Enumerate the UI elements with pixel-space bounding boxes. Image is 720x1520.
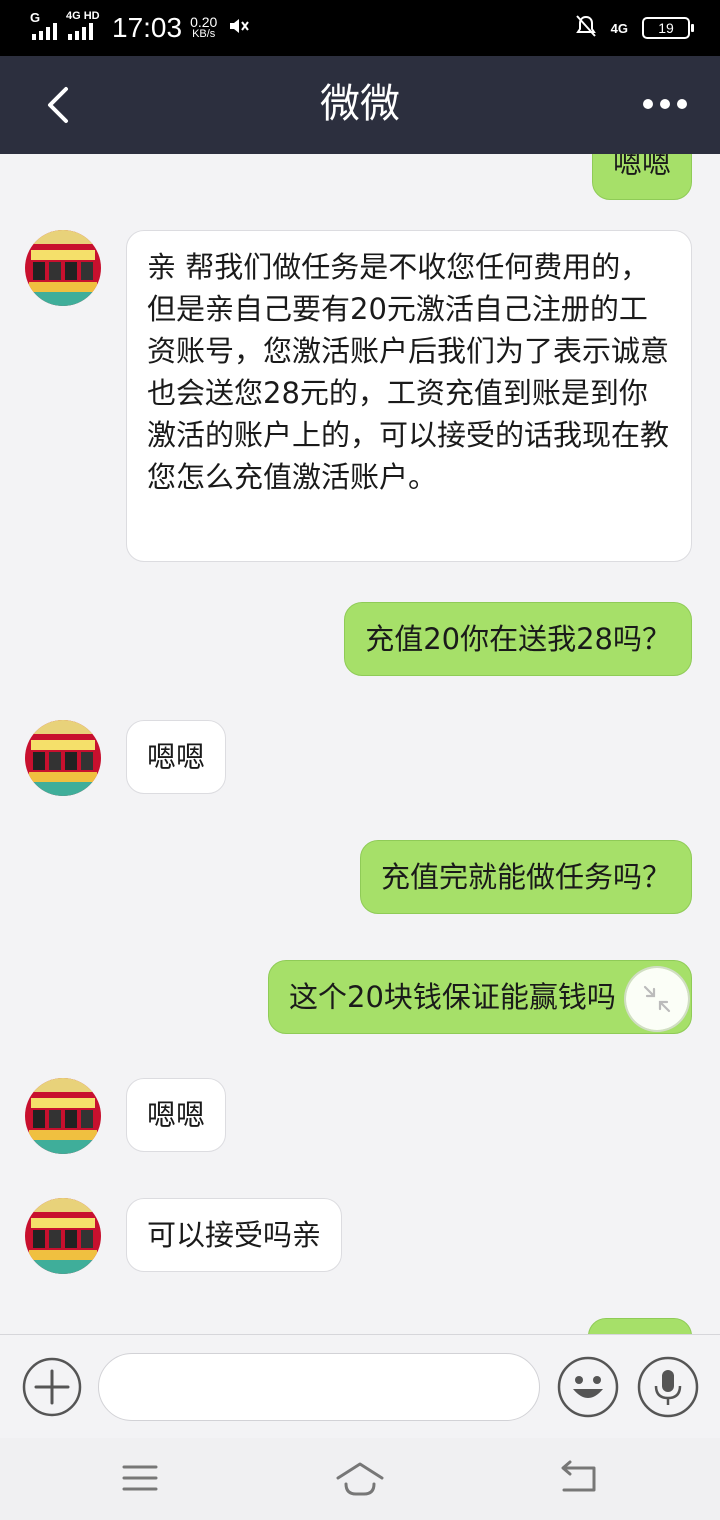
chat-messages[interactable]: 嗯嗯 亲 帮我们做任务是不收您任何费用的，但是亲自己要有20元激活自己注册的工资… bbox=[0, 154, 720, 1334]
floating-minimize-button[interactable] bbox=[626, 968, 688, 1030]
message-input[interactable] bbox=[98, 1353, 540, 1421]
message-text: 嗯嗯 bbox=[612, 154, 671, 180]
home-icon bbox=[336, 1462, 384, 1496]
mute-speaker-icon bbox=[227, 14, 251, 42]
message-text: 嗯嗯 bbox=[147, 1098, 206, 1132]
message-bubble-outgoing[interactable]: 充值20你在送我28吗？ bbox=[344, 602, 692, 676]
more-options-button[interactable] bbox=[630, 84, 700, 124]
network-speed-unit: KB/s bbox=[192, 28, 216, 40]
message-bubble-outgoing[interactable]: 嗯嗯 bbox=[591, 154, 692, 200]
back-nav-button[interactable] bbox=[550, 1456, 610, 1500]
message-bubble-incoming[interactable]: 嗯嗯 bbox=[126, 720, 227, 794]
emoji-icon bbox=[557, 1356, 619, 1418]
more-dots-icon bbox=[660, 99, 670, 109]
avatar[interactable] bbox=[25, 720, 101, 796]
home-button[interactable] bbox=[330, 1456, 390, 1500]
avatar[interactable] bbox=[25, 230, 101, 306]
chat-header: 微微 bbox=[0, 56, 720, 154]
return-icon bbox=[561, 1460, 596, 1492]
system-navigation-bar bbox=[0, 1438, 720, 1520]
message-text: 充值20你在送我28吗？ bbox=[365, 622, 671, 656]
message-bubble-incoming[interactable]: 可以接受吗亲 bbox=[126, 1198, 343, 1272]
recent-apps-button[interactable] bbox=[110, 1456, 170, 1500]
message-bubble-outgoing-partial[interactable] bbox=[588, 1318, 692, 1334]
network-speed: 0.20 KB/s bbox=[190, 14, 218, 40]
menu-icon bbox=[122, 1465, 158, 1491]
add-attachment-button[interactable] bbox=[22, 1357, 82, 1417]
signal-g-icon: G bbox=[30, 10, 60, 40]
signal-4g-label: 4G HD bbox=[66, 10, 100, 22]
more-dots-icon bbox=[643, 99, 653, 109]
input-bar bbox=[0, 1334, 720, 1439]
message-bubble-incoming[interactable]: 亲 帮我们做任务是不收您任何费用的，但是亲自己要有20元激活自己注册的工资账号，… bbox=[126, 230, 692, 562]
message-text: 这个20块钱保证能赢钱吗 bbox=[289, 980, 616, 1014]
message-text: 亲 帮我们做任务是不收您任何费用的，但是亲自己要有20元激活自己注册的工资账号，… bbox=[147, 250, 670, 494]
network-4g-icon: 4G bbox=[611, 21, 628, 36]
contact-avatar-image bbox=[25, 720, 101, 796]
battery-level: 19 bbox=[658, 20, 674, 36]
status-time: 17:03 bbox=[112, 12, 183, 43]
minimize-icon bbox=[643, 985, 671, 1013]
message-bubble-incoming[interactable]: 嗯嗯 bbox=[126, 1078, 227, 1152]
network-4g-label: 4G bbox=[610, 20, 628, 36]
voice-input-button[interactable] bbox=[636, 1355, 700, 1419]
more-dots-icon bbox=[677, 99, 687, 109]
emoji-button[interactable] bbox=[556, 1355, 620, 1419]
contact-avatar-image bbox=[25, 1078, 101, 1154]
microphone-icon bbox=[637, 1356, 699, 1418]
network-speed-value: 0.20 bbox=[190, 14, 218, 30]
message-text: 嗯嗯 bbox=[147, 740, 206, 774]
message-text: 可以接受吗亲 bbox=[147, 1218, 322, 1252]
dnd-bell-icon bbox=[575, 14, 597, 42]
battery-icon: 19 bbox=[642, 17, 694, 39]
contact-avatar-image bbox=[25, 230, 101, 306]
message-bubble-outgoing[interactable]: 充值完就能做任务吗？ bbox=[359, 840, 692, 914]
chat-title: 微微 bbox=[320, 81, 400, 127]
avatar[interactable] bbox=[25, 1078, 101, 1154]
plus-icon bbox=[22, 1357, 82, 1417]
status-bar: G 4G HD 17:03 0.20 KB/s 4G 19 bbox=[0, 0, 720, 56]
message-text: 充值完就能做任务吗？ bbox=[380, 860, 671, 894]
avatar[interactable] bbox=[25, 1198, 101, 1274]
contact-avatar-image bbox=[25, 1198, 101, 1274]
signal-4g-icon: 4G HD bbox=[66, 10, 102, 40]
